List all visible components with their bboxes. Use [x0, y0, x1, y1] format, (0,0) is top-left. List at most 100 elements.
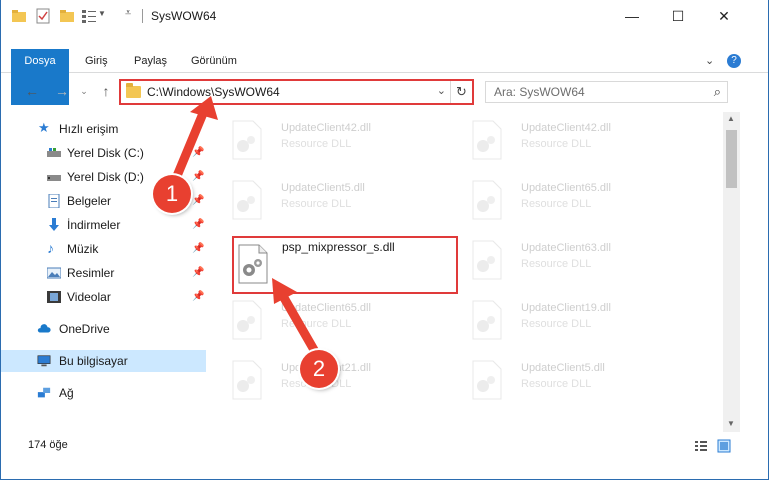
- sidebar-item-videos[interactable]: Videolar 📌: [1, 286, 206, 308]
- search-icon[interactable]: ⌕: [714, 84, 721, 100]
- close-button[interactable]: ✕: [701, 0, 747, 32]
- file-item[interactable]: UpdateClient42.dll Resource DLL: [459, 112, 689, 168]
- title-separator: [142, 9, 143, 23]
- tab-share[interactable]: Paylaş: [124, 49, 177, 73]
- nav-quick-access[interactable]: ★ Hızlı erişim: [1, 118, 206, 140]
- pin-icon: 📌: [192, 267, 205, 278]
- dll-file-icon: [472, 240, 502, 280]
- dll-file-icon: [238, 244, 268, 284]
- dll-file-icon: [472, 300, 502, 340]
- nav-label: Videolar: [67, 290, 111, 304]
- tab-view[interactable]: Görünüm: [181, 49, 247, 73]
- drive-icon: [47, 175, 61, 181]
- nav-label: Hızlı erişim: [59, 122, 119, 136]
- file-type: Resource DLL: [521, 138, 592, 150]
- forward-arrow-icon[interactable]: →: [52, 81, 72, 101]
- file-name: UpdateClient42.dll: [521, 122, 611, 134]
- nav-label: Bu bilgisayar: [59, 354, 128, 368]
- nav-label: Yerel Disk (C:): [67, 146, 144, 160]
- sidebar-item-network[interactable]: Ağ: [1, 382, 206, 404]
- computer-icon: [37, 355, 51, 367]
- pictures-icon: [47, 267, 61, 279]
- expand-ribbon-icon[interactable]: ⌄: [705, 54, 714, 67]
- music-icon: ♪: [47, 240, 54, 256]
- refresh-icon[interactable]: ↻: [450, 81, 472, 103]
- up-arrow-icon[interactable]: ↑: [96, 81, 116, 101]
- folder-icon: [126, 83, 141, 98]
- network-icon: [37, 387, 51, 398]
- customize-toolbar-icon[interactable]: ⩡: [125, 7, 131, 20]
- maximize-button[interactable]: ☐: [655, 0, 701, 32]
- ribbon: Dosya Giriş Paylaş Görünüm ⌄ ?: [1, 49, 768, 105]
- sidebar-item-music[interactable]: ♪ Müzik 📌: [1, 238, 206, 260]
- navigation-pane: ★ Hızlı erişim Yerel Disk (C:) 📌 Yerel D…: [1, 112, 206, 432]
- address-path[interactable]: C:\Windows\SysWOW64: [147, 85, 280, 99]
- downloads-icon: [49, 218, 59, 231]
- file-type: Resource DLL: [281, 138, 352, 150]
- address-bar[interactable]: C:\Windows\SysWOW64 ⌄ ↻: [119, 79, 474, 105]
- vertical-scrollbar[interactable]: ▲ ▼: [723, 112, 740, 432]
- step-1-badge: 1: [153, 175, 191, 213]
- minimize-button[interactable]: —: [609, 0, 655, 32]
- file-name: UpdateClient65.dll: [521, 182, 611, 194]
- chevron-down-icon[interactable]: ⌄: [437, 84, 446, 97]
- videos-icon: [47, 291, 61, 303]
- status-bar: 174 öğe: [1, 436, 768, 456]
- file-type: Resource DLL: [281, 198, 352, 210]
- nav-label: Yerel Disk (D:): [67, 170, 144, 184]
- file-item[interactable]: UpdateClient5.dll Resource DLL: [219, 172, 449, 228]
- folder-icon[interactable]: [11, 8, 27, 24]
- pin-icon: 📌: [192, 219, 205, 230]
- search-input[interactable]: Ara: SysWOW64 ⌕: [485, 81, 728, 103]
- file-list: UpdateClient42.dll Resource DLL UpdateCl…: [219, 112, 721, 432]
- file-type: Resource DLL: [521, 198, 592, 210]
- file-item[interactable]: UpdateClient65.dll Resource DLL: [219, 292, 449, 348]
- documents-icon: [48, 194, 60, 208]
- search-placeholder: Ara: SysWOW64: [494, 85, 585, 99]
- large-icons-view-icon[interactable]: [717, 439, 731, 453]
- file-name: UpdateClient19.dll: [521, 302, 611, 314]
- chevron-down-icon[interactable]: ▼: [98, 9, 106, 18]
- new-folder-icon[interactable]: [59, 8, 75, 24]
- file-item-highlighted[interactable]: psp_mixpressor_s.dll: [232, 236, 458, 294]
- pin-icon: 📌: [192, 291, 205, 302]
- dll-file-icon: [232, 300, 262, 340]
- file-item[interactable]: UpdateClient42.dll Resource DLL: [219, 112, 449, 168]
- sidebar-item-this-pc[interactable]: Bu bilgisayar: [1, 350, 206, 372]
- nav-label: Resimler: [67, 266, 115, 280]
- file-item[interactable]: UpdateClient65.dll Resource DLL: [459, 172, 689, 228]
- scroll-up-icon[interactable]: ▲: [727, 114, 735, 123]
- nav-label: Belgeler: [67, 194, 112, 208]
- sidebar-item-downloads[interactable]: İndirmeler 📌: [1, 214, 206, 236]
- sidebar-item-disk-c[interactable]: Yerel Disk (C:) 📌: [1, 142, 206, 164]
- nav-label: Müzik: [67, 242, 99, 256]
- help-icon[interactable]: ?: [727, 54, 741, 68]
- file-name: psp_mixpressor_s.dll: [282, 240, 395, 254]
- dll-file-icon: [472, 180, 502, 220]
- item-count: 174 öğe: [28, 439, 68, 451]
- pin-icon: 📌: [192, 195, 205, 206]
- back-arrow-icon[interactable]: ←: [22, 81, 42, 101]
- sidebar-item-pictures[interactable]: Resimler 📌: [1, 262, 206, 284]
- dll-file-icon: [232, 360, 262, 400]
- details-view-icon[interactable]: [694, 439, 708, 453]
- pin-icon: 📌: [192, 243, 205, 254]
- window-title: SysWOW64: [151, 9, 217, 23]
- file-item[interactable]: UpdateClient5.dll Resource DLL: [459, 352, 689, 408]
- recent-locations-icon[interactable]: ⌄: [74, 81, 94, 101]
- sidebar-item-onedrive[interactable]: OneDrive: [1, 318, 206, 340]
- file-item[interactable]: UpdateClient63.dll Resource DLL: [459, 232, 689, 288]
- properties-icon[interactable]: [35, 8, 51, 24]
- scroll-down-icon[interactable]: ▼: [727, 419, 735, 428]
- file-type: Resource DLL: [521, 378, 592, 390]
- scroll-thumb[interactable]: [726, 130, 737, 188]
- file-type: Resource DLL: [281, 318, 352, 330]
- explorer-window: ▼ ⩡ SysWOW64 — ☐ ✕ Dosya Giriş Paylaş Gö…: [0, 0, 769, 480]
- tab-home[interactable]: Giriş: [75, 49, 118, 73]
- pin-icon: 📌: [192, 171, 205, 182]
- cloud-icon: [37, 324, 51, 333]
- view-options-icon[interactable]: [81, 8, 97, 24]
- nav-label: OneDrive: [59, 322, 110, 336]
- file-item[interactable]: UpdateClient19.dll Resource DLL: [459, 292, 689, 348]
- file-name: UpdateClient5.dll: [521, 362, 605, 374]
